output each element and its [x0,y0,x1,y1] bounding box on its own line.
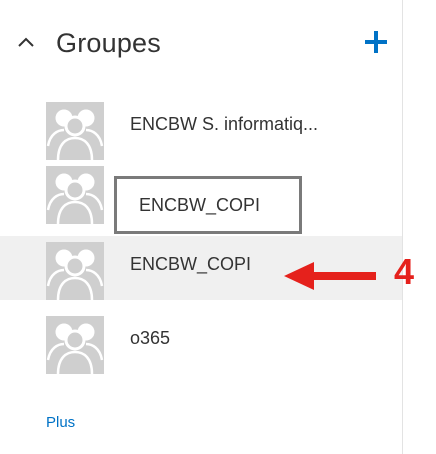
groups-header: Groupes [0,22,402,64]
group-name: ENCBW S. informatiq... [130,114,319,134]
group-rename-input[interactable]: ENCBW_COPI [114,176,302,234]
group-people-icon [46,166,104,224]
annotation-step-number: 4 [394,251,415,292]
annotation-arrow-icon [284,262,376,290]
chevron-up-icon[interactable] [14,32,38,52]
group-people-icon [46,242,104,300]
plus-icon[interactable] [362,28,390,56]
groups-title: Groupes [56,28,161,58]
groups-panel: Groupes ENCBW S. informatiq... ENCBW_COP… [0,0,403,454]
group-people-icon [46,102,104,160]
group-name: ENCBW_COPI [130,254,252,274]
group-name: o365 [130,328,171,348]
group-rename-value: ENCBW_COPI [139,195,261,215]
group-people-icon [46,316,104,374]
more-link[interactable]: Plus [46,414,75,431]
group-item[interactable]: ENCBW S. informatiq... [0,96,402,160]
group-item[interactable]: o365 [0,310,402,374]
